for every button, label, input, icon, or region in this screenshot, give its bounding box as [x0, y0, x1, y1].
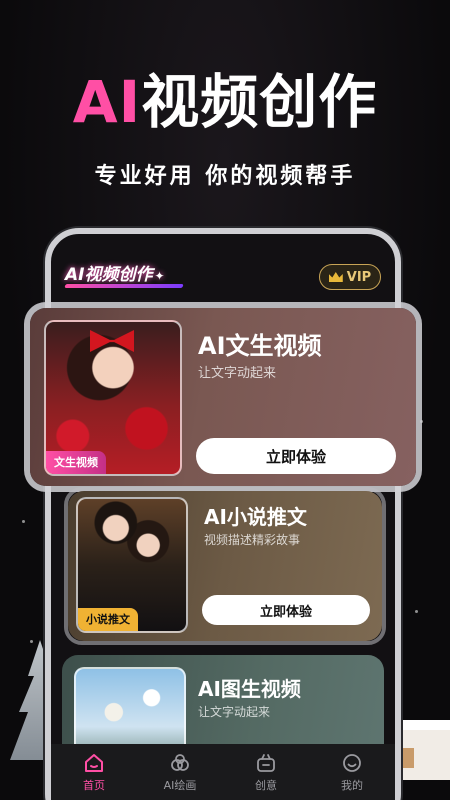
promo-tagline: 专业好用 你的视频帮手 [94, 164, 356, 189]
nav-label: AI绘画 [163, 778, 197, 792]
promo-headline-rest: 视频创作 [141, 68, 378, 136]
palette-icon [169, 752, 191, 774]
nav-item-profile[interactable]: 我的 [322, 752, 382, 793]
thumbnail-tag: 文生视频 [46, 451, 106, 474]
home-icon [83, 752, 105, 774]
nav-item-home[interactable]: 首页 [64, 752, 124, 793]
vip-button[interactable]: VIP [319, 264, 381, 290]
nav-item-ai-painting[interactable]: AI绘画 [150, 752, 210, 793]
card-thumbnail: 小说推文 [76, 497, 188, 633]
feature-card-novel-promo[interactable]: 小说推文 AI小说推文 视频描述精彩故事 立即体验 [68, 491, 382, 641]
bottom-nav: 首页 AI绘画 创意 我的 [51, 744, 395, 800]
try-now-button[interactable]: 立即体验 [202, 595, 370, 625]
promo-headline-ai: AI [72, 68, 142, 136]
promo-headline: AI视频创作 [0, 55, 450, 139]
idea-icon [255, 752, 277, 774]
crown-icon [328, 272, 343, 282]
snowflake [22, 520, 25, 523]
app-header: AI视频创作 ✦ VIP [51, 234, 395, 306]
card-title: AI图生视频 [198, 677, 301, 701]
nav-item-idea[interactable]: 创意 [236, 752, 296, 793]
thumbnail-tag: 小说推文 [78, 608, 138, 631]
card-thumbnail: 文生视频 [44, 320, 182, 476]
nav-label: 创意 [255, 778, 277, 792]
card-subtitle: 让文字动起来 [198, 705, 271, 719]
vip-label: VIP [346, 269, 372, 285]
snowflake [415, 610, 418, 613]
nav-label: 我的 [341, 778, 363, 792]
app-logo: AI视频创作 ✦ [65, 260, 165, 285]
card-subtitle: 视频描述精彩故事 [204, 533, 301, 547]
app-logo-text: AI视频创作 [65, 265, 153, 285]
snowflake [30, 640, 33, 643]
feature-card-text-to-video[interactable]: 文生视频 AI文生视频 让文字动起来 立即体验 [30, 308, 416, 486]
try-now-button[interactable]: 立即体验 [196, 438, 396, 474]
nav-label: 首页 [83, 778, 105, 792]
logo-underline [64, 284, 184, 288]
card-subtitle: 让文字动起来 [198, 366, 277, 381]
profile-icon [341, 752, 363, 774]
card-title: AI文生视频 [198, 332, 322, 360]
sparkle-icon: ✦ [154, 269, 165, 283]
bow-decoration [90, 330, 134, 352]
card-title: AI小说推文 [204, 505, 307, 529]
